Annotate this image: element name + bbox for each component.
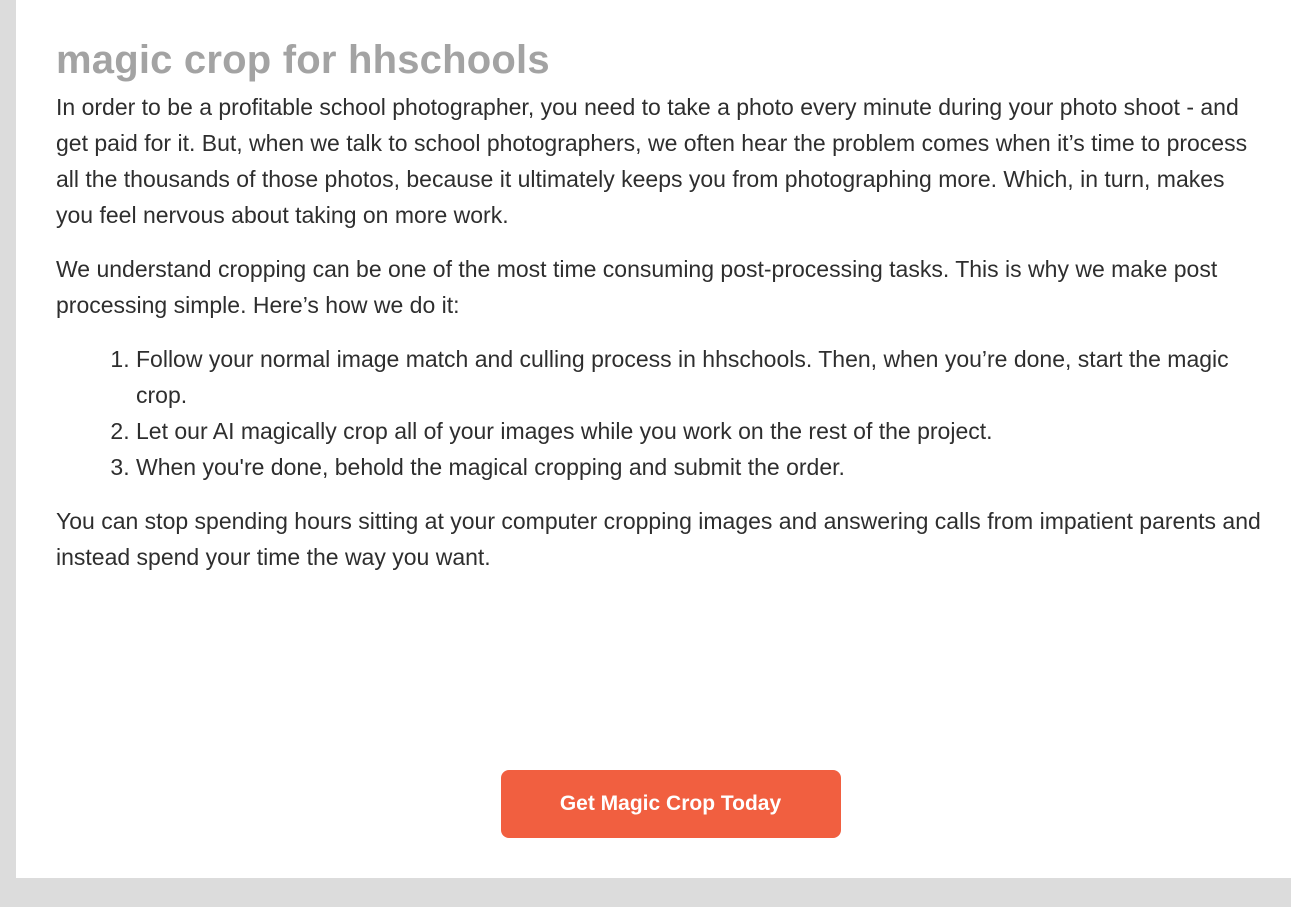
- cta-container: Get Magic Crop Today: [16, 770, 1291, 838]
- list-item: When you're done, behold the magical cro…: [136, 449, 1266, 485]
- steps-list: Follow your normal image match and culli…: [56, 341, 1266, 485]
- list-item: Let our AI magically crop all of your im…: [136, 413, 1266, 449]
- page-title: magic crop for hhschools: [56, 38, 550, 82]
- closing-paragraph: You can stop spending hours sitting at y…: [56, 508, 1261, 570]
- cropping-paragraph: We understand cropping can be one of the…: [56, 256, 1218, 318]
- list-item: Follow your normal image match and culli…: [136, 341, 1266, 413]
- content-card: magic crop for hhschools In order to be …: [16, 0, 1291, 878]
- intro-paragraph: In order to be a profitable school photo…: [56, 94, 1248, 228]
- get-magic-crop-button[interactable]: Get Magic Crop Today: [500, 770, 841, 838]
